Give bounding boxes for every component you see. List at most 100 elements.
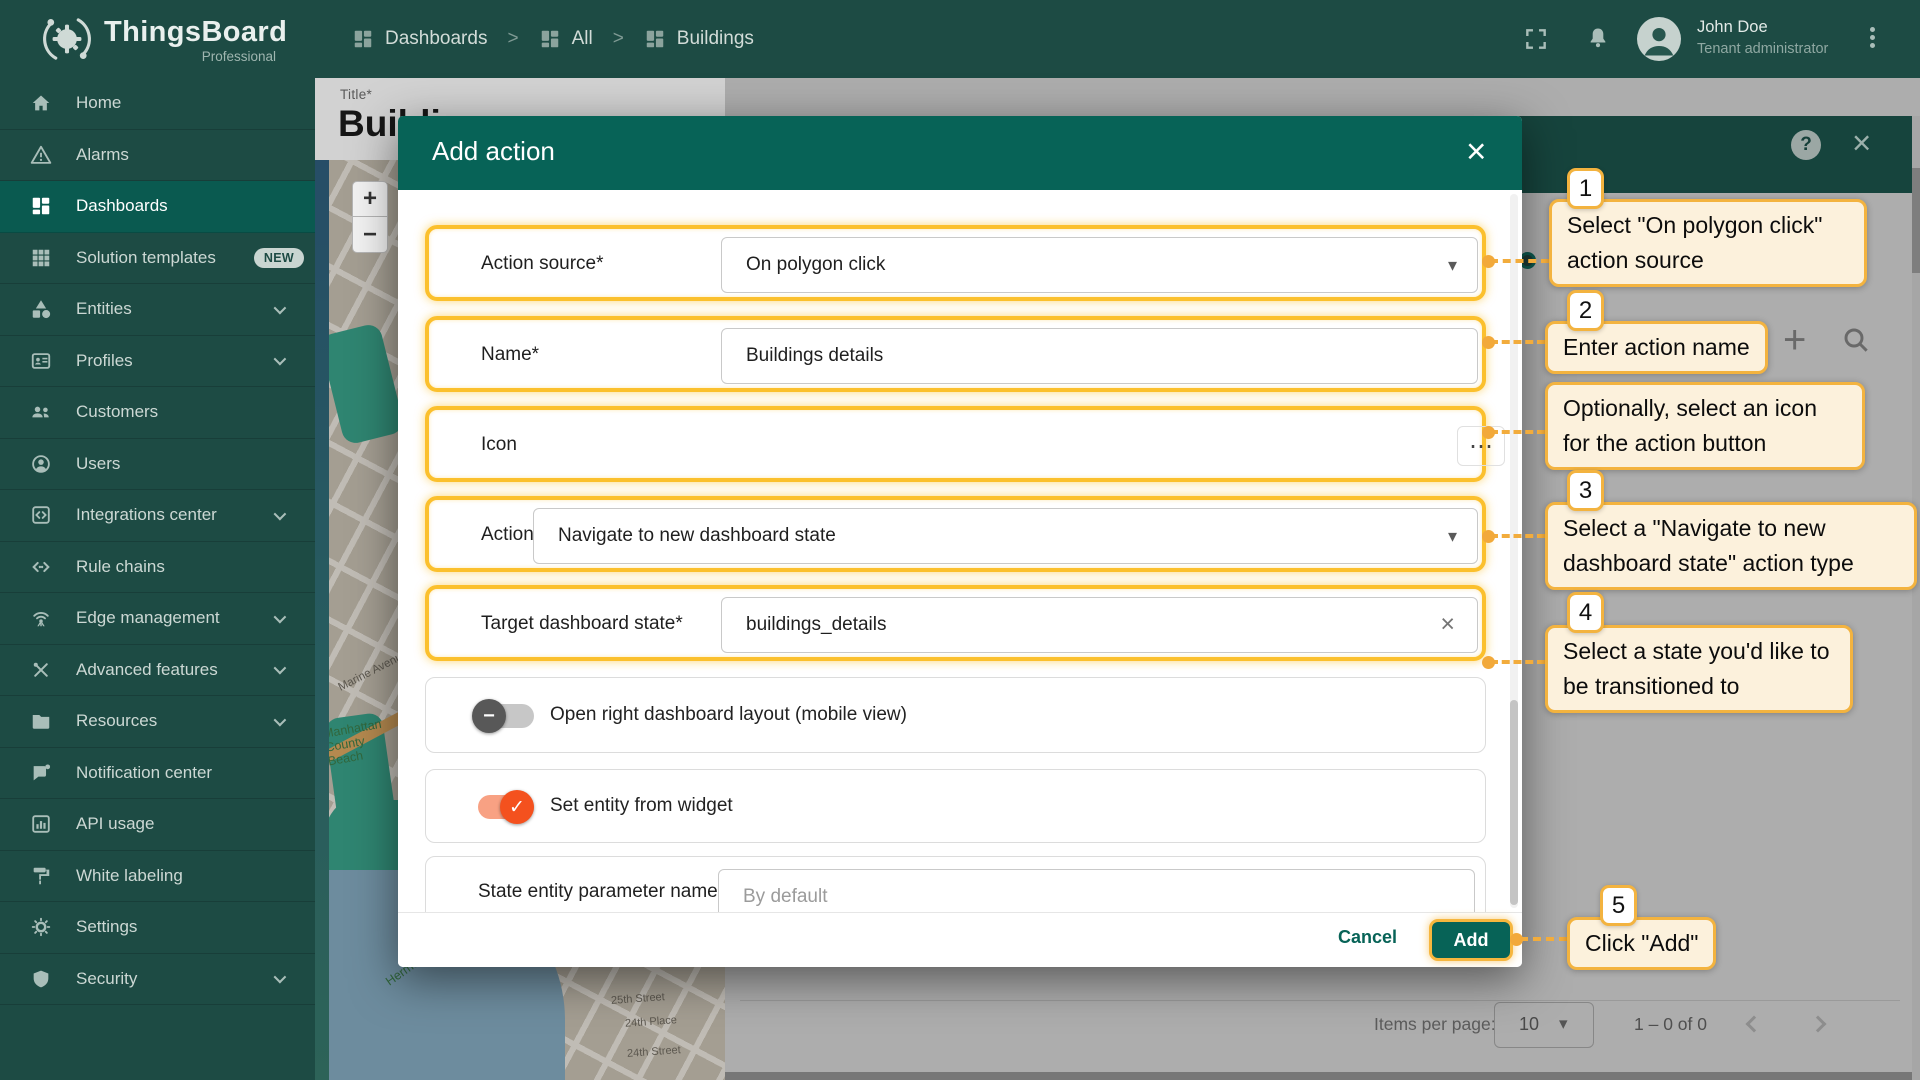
chevron-down-icon [274,353,287,366]
toggle-on-knob[interactable]: ✓ [500,790,534,824]
breadcrumb-item-dashboards[interactable]: Dashboards [352,28,487,50]
sidebar-item-home[interactable]: Home [0,78,315,130]
target-state-field-highlight: Target dashboard state* buildings_detail… [425,585,1486,661]
sidebar-item-white-labeling[interactable]: White labeling [0,851,315,903]
sidebar-item-label: Security [76,969,137,989]
breadcrumb-label: Buildings [677,28,754,50]
sidebar-item-label: Alarms [76,145,129,165]
folder-icon [30,710,52,732]
add-action-icon[interactable]: + [1783,318,1806,363]
profiles-badge-icon [30,350,52,372]
sidebar-item-security[interactable]: Security [0,954,315,1006]
action-field-highlight: Action Navigate to new dashboard state ▾ [425,496,1486,572]
clear-icon[interactable]: × [1440,610,1455,639]
breadcrumb-separator: > [507,28,518,50]
map-area-label: Manhattan County Beach [322,714,406,769]
sidebar-item-notification-center[interactable]: Notification center [0,748,315,800]
sidebar-item-rule-chains[interactable]: Rule chains [0,542,315,594]
dialog-close-icon[interactable]: × [1466,132,1486,172]
target-state-input[interactable]: buildings_details × [721,597,1478,653]
person-icon [1637,17,1681,61]
map-park [324,712,404,883]
notifications-bell-icon[interactable] [1585,25,1611,51]
dialog-header: Add action × [398,116,1522,190]
callout-dot [1482,336,1495,349]
shield-icon [30,968,52,990]
callout-text-4: Select a state you'd like to be transiti… [1545,625,1853,713]
sidebar-item-label: Dashboards [76,196,168,216]
breadcrumb-item-buildings[interactable]: Buildings [644,28,754,50]
callout-number-2: 2 [1567,290,1604,331]
sidebar-item-alarms[interactable]: Alarms [0,130,315,182]
more-menu-icon[interactable] [1864,24,1880,56]
callout-text-5: Click "Add" [1567,917,1716,970]
sidebar-item-label: Edge management [76,608,220,628]
sidebar-item-label: Users [76,454,120,474]
sidebar-item-edge-management[interactable]: Edge management [0,593,315,645]
sidebar-item-label: Profiles [76,351,133,371]
dialog-scrollbar-thumb[interactable] [1510,700,1518,905]
customers-people-icon [30,401,52,423]
logo-subtitle: Professional [104,49,276,64]
apps-grid-icon [30,247,52,269]
action-select[interactable]: Navigate to new dashboard state ▾ [533,508,1478,564]
action-source-select[interactable]: On polygon click ▾ [721,237,1478,293]
new-badge: NEW [254,248,304,268]
mobile-layout-toggle-label: Open right dashboard layout (mobile view… [550,704,907,726]
alarm-warning-icon [30,144,52,166]
icon-label: Icon [481,434,517,456]
target-state-label: Target dashboard state* [481,613,683,635]
name-label: Name* [481,344,539,366]
add-button[interactable]: Add [1429,919,1513,961]
panel-close-icon[interactable]: × [1852,124,1871,162]
sidebar-item-customers[interactable]: Customers [0,387,315,439]
sidebar-item-label: Notification center [76,763,212,783]
map-water-strip [315,160,329,1080]
thingsboard-logo-icon[interactable] [40,12,94,66]
page-scrollbar-thumb[interactable] [1912,168,1920,273]
sidebar-item-advanced-features[interactable]: Advanced features [0,645,315,697]
chevron-down-icon [274,301,287,314]
sidebar-item-solution-templates[interactable]: Solution templates NEW [0,233,315,285]
callout-number-4: 4 [1567,592,1604,633]
breadcrumb-item-all[interactable]: All [539,28,593,50]
dialog-title: Add action [432,136,555,167]
items-per-page-label: Items per page: [1374,1014,1496,1035]
callout-connector [1490,430,1545,434]
logo-title[interactable]: ThingsBoard [104,16,287,49]
callout-dot [1482,656,1495,669]
cancel-button[interactable]: Cancel [1338,927,1397,948]
user-avatar[interactable] [1637,17,1681,61]
chevron-down-icon [274,662,287,675]
help-icon[interactable]: ? [1791,130,1821,160]
users-person-icon [30,453,52,475]
map-zoom-controls: + − [352,181,388,253]
sidebar-item-resources[interactable]: Resources [0,696,315,748]
sidebar-item-dashboards[interactable]: Dashboards [0,181,315,233]
sidebar-item-profiles[interactable]: Profiles [0,336,315,388]
dialog-footer: Cancel Add [398,912,1522,967]
dropdown-caret-icon: ▾ [1448,526,1457,547]
page-size-select[interactable]: 10 ▾ [1494,1002,1594,1048]
callout-connector [1490,259,1549,263]
callout-connector [1490,534,1545,538]
sidebar-item-api-usage[interactable]: API usage [0,799,315,851]
toggle-off-knob[interactable]: − [472,699,506,733]
zoom-in-button[interactable]: + [352,181,388,217]
zoom-out-button[interactable]: − [352,217,388,253]
target-state-value: buildings_details [746,614,887,636]
dashboard-icon [644,28,666,50]
chevron-down-icon [274,971,287,984]
sidebar-item-label: Home [76,93,121,113]
sidebar-item-users[interactable]: Users [0,439,315,491]
action-source-field-highlight: Action source* On polygon click ▾ [425,225,1486,301]
search-icon[interactable] [1840,324,1872,356]
sidebar-item-settings[interactable]: Settings [0,902,315,954]
fullscreen-icon[interactable] [1523,26,1549,52]
sidebar-item-entities[interactable]: Entities [0,284,315,336]
sidebar-item-integrations-center[interactable]: Integrations center [0,490,315,542]
breadcrumb-separator: > [613,28,624,50]
integrations-icon [30,504,52,526]
name-input[interactable]: Buildings details [721,328,1478,384]
callout-number-1: 1 [1567,168,1604,209]
